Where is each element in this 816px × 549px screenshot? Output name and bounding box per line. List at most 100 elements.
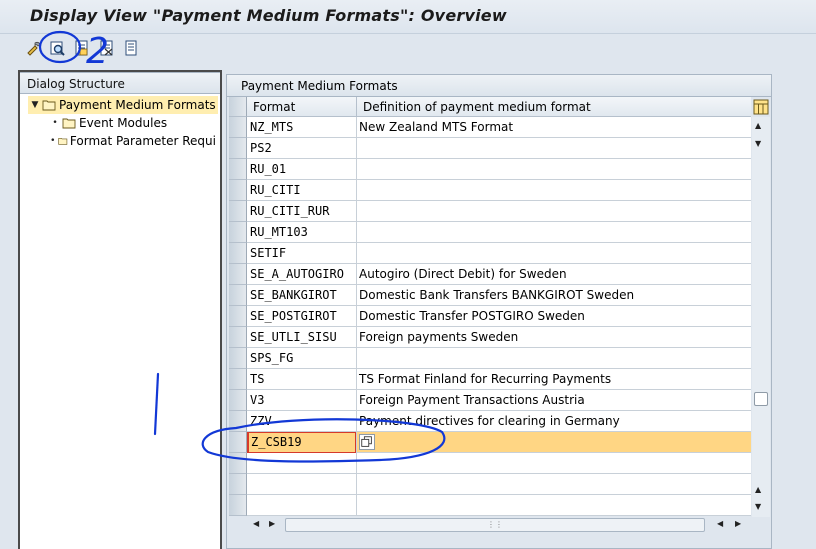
definition-cell[interactable]: TS Format Finland for Recurring Payments: [357, 369, 751, 390]
copy-value-button[interactable]: [359, 434, 375, 450]
format-cell[interactable]: SE_UTLI_SISU: [247, 327, 357, 348]
table-row[interactable]: SE_POSTGIROT Domestic Transfer POSTGIRO S…: [247, 306, 751, 327]
format-cell[interactable]: SPS_FG: [247, 348, 357, 369]
table-row[interactable]: RU_CITI: [247, 180, 751, 201]
table-row[interactable]: TS TS Format Finland for Recurring Paymen…: [247, 369, 751, 390]
row-selector-button[interactable]: [229, 327, 247, 348]
format-cell[interactable]: RU_CITI: [247, 180, 357, 201]
details-button[interactable]: [48, 39, 66, 57]
empty-table-row[interactable]: [247, 453, 751, 474]
horizontal-scrollbar[interactable]: ◀ ▶ ⋮⋮ ◀ ▶: [245, 516, 749, 534]
format-cell[interactable]: PS2: [247, 138, 357, 159]
scroll-left-icon[interactable]: ◀: [717, 519, 723, 528]
definition-cell[interactable]: [357, 222, 751, 243]
table-row[interactable]: SE_A_AUTOGIRO Autogiro (Direct Debit) for…: [247, 264, 751, 285]
scroll-left-icon[interactable]: ◀: [253, 519, 259, 528]
definition-cell[interactable]: Domestic Transfer POSTGIRO Sweden: [357, 306, 751, 327]
scroll-thumb[interactable]: [754, 392, 768, 406]
tree-item-payment-medium-formats[interactable]: ▼ Payment Medium Formats: [28, 96, 218, 114]
display-change-button[interactable]: [25, 39, 43, 57]
row-selector-button[interactable]: [229, 222, 247, 243]
tree-item-event-modules[interactable]: • Event Modules: [48, 114, 167, 132]
row-selector-button[interactable]: [229, 369, 247, 390]
print-button[interactable]: [122, 39, 140, 57]
table-row[interactable]: SPS_FG: [247, 348, 751, 369]
tree-item-format-parameter[interactable]: • Format Parameter Requi: [48, 132, 216, 150]
definition-cell[interactable]: [357, 159, 751, 180]
table-row[interactable]: ZZV Payment directives for clearing in Ge…: [247, 411, 751, 432]
column-header-format[interactable]: Format: [247, 97, 357, 117]
table-row[interactable]: SE_BANKGIROT Domestic Bank Transfers BANK…: [247, 285, 751, 306]
row-selector-button[interactable]: [229, 117, 247, 138]
format-cell[interactable]: NZ_MTS: [247, 117, 357, 138]
definition-cell[interactable]: [357, 243, 751, 264]
row-selector-button[interactable]: [229, 411, 247, 432]
definition-cell[interactable]: [357, 432, 751, 453]
column-header-definition[interactable]: Definition of payment medium format: [357, 97, 751, 117]
row-selector-button[interactable]: [229, 138, 247, 159]
select-all-rows-button[interactable]: [229, 97, 247, 117]
definition-cell[interactable]: Autogiro (Direct Debit) for Sweden: [357, 264, 751, 285]
row-selector-button[interactable]: [229, 180, 247, 201]
row-selector-button[interactable]: [229, 474, 247, 495]
deselect-all-button[interactable]: [98, 39, 116, 57]
definition-cell[interactable]: New Zealand MTS Format: [357, 117, 751, 138]
row-selector-button[interactable]: [229, 348, 247, 369]
expand-triangle-icon[interactable]: ▼: [28, 100, 42, 110]
format-cell[interactable]: RU_MT103: [247, 222, 357, 243]
scroll-up-icon[interactable]: ▲: [755, 121, 761, 130]
table-row[interactable]: RU_MT103: [247, 222, 751, 243]
definition-cell[interactable]: Foreign Payment Transactions Austria: [357, 390, 751, 411]
table-row[interactable]: SE_UTLI_SISU Foreign payments Sweden: [247, 327, 751, 348]
row-selector-button[interactable]: [229, 306, 247, 327]
row-selector-button[interactable]: [229, 243, 247, 264]
horizontal-scroll-thumb[interactable]: ⋮⋮: [285, 518, 705, 532]
table-row[interactable]: NZ_MTS New Zealand MTS Format: [247, 117, 751, 138]
empty-format-cell[interactable]: [247, 453, 357, 474]
row-selector-button[interactable]: [229, 285, 247, 306]
format-cell[interactable]: ZZV: [247, 411, 357, 432]
row-selector-button[interactable]: [229, 495, 247, 516]
empty-format-cell[interactable]: [247, 495, 357, 516]
scroll-right-icon[interactable]: ▶: [269, 519, 275, 528]
row-selector-button[interactable]: [229, 453, 247, 474]
select-all-button[interactable]: [73, 39, 91, 57]
scroll-down-icon[interactable]: ▼: [755, 502, 761, 511]
vertical-scrollbar[interactable]: ▲ ▼ ▲ ▼: [752, 117, 770, 517]
format-cell[interactable]: SE_BANKGIROT: [247, 285, 357, 306]
format-cell[interactable]: SETIF: [247, 243, 357, 264]
row-selector-button[interactable]: [229, 432, 247, 453]
definition-cell[interactable]: [357, 348, 751, 369]
table-row[interactable]: PS2: [247, 138, 751, 159]
definition-cell[interactable]: Foreign payments Sweden: [357, 327, 751, 348]
scroll-right-icon[interactable]: ▶: [735, 519, 741, 528]
format-cell[interactable]: SE_A_AUTOGIRO: [247, 264, 357, 285]
definition-cell[interactable]: Domestic Bank Transfers BANKGIROT Sweden: [357, 285, 751, 306]
table-row[interactable]: SETIF: [247, 243, 751, 264]
table-row[interactable]: RU_CITI_RUR: [247, 201, 751, 222]
table-row[interactable]: V3 Foreign Payment Transactions Austria: [247, 390, 751, 411]
empty-table-row[interactable]: [247, 495, 751, 516]
format-cell[interactable]: RU_01: [247, 159, 357, 180]
empty-table-row[interactable]: [247, 474, 751, 495]
definition-cell[interactable]: [357, 201, 751, 222]
format-cell[interactable]: SE_POSTGIROT: [247, 306, 357, 327]
row-selector-button[interactable]: [229, 201, 247, 222]
row-selector-button[interactable]: [229, 159, 247, 180]
row-selector-button[interactable]: [229, 390, 247, 411]
table-row[interactable]: RU_01: [247, 159, 751, 180]
table-row[interactable]: Z_CSB19: [247, 432, 751, 453]
definition-cell[interactable]: [357, 138, 751, 159]
row-selector-button[interactable]: [229, 264, 247, 285]
format-cell[interactable]: TS: [247, 369, 357, 390]
empty-format-cell[interactable]: [247, 474, 357, 495]
definition-cell[interactable]: Payment directives for clearing in Germa…: [357, 411, 751, 432]
format-cell[interactable]: Z_CSB19: [247, 432, 357, 453]
definition-cell[interactable]: [357, 180, 751, 201]
scroll-up-icon[interactable]: ▲: [755, 485, 761, 494]
copy-icon: [361, 436, 372, 447]
format-cell[interactable]: V3: [247, 390, 357, 411]
table-settings-icon[interactable]: [752, 98, 770, 116]
format-cell[interactable]: RU_CITI_RUR: [247, 201, 357, 222]
scroll-down-icon[interactable]: ▼: [755, 139, 761, 148]
